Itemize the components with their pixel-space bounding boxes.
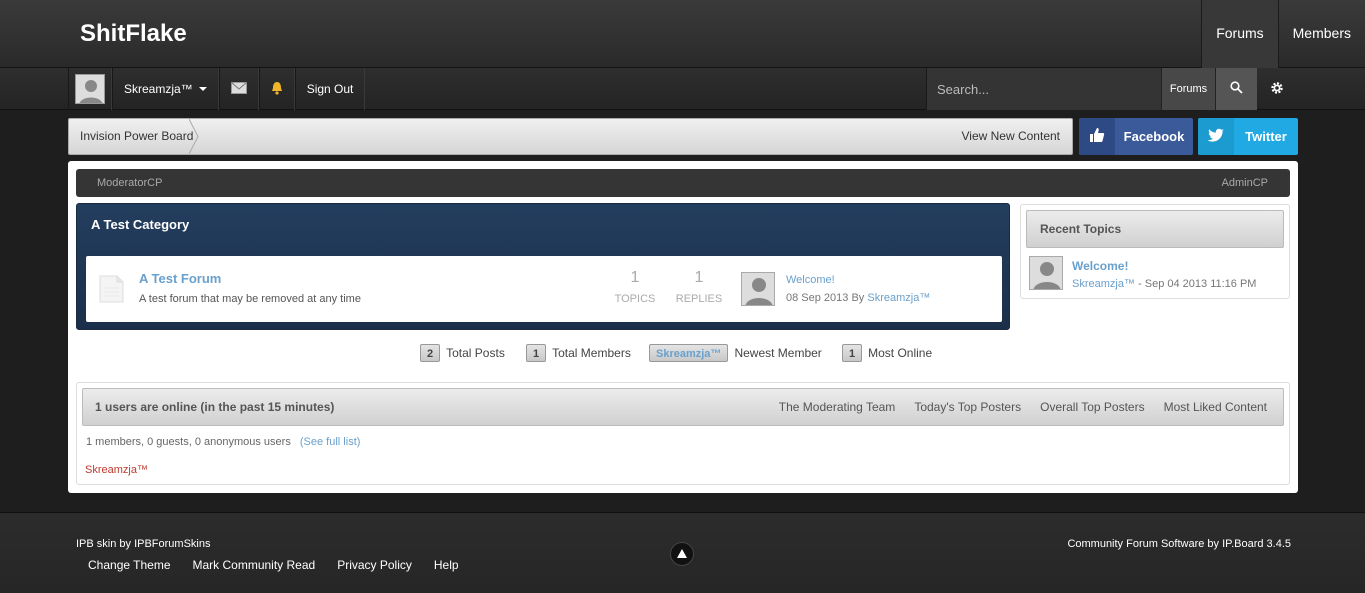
- online-links: The Moderating Team Today's Top Posters …: [779, 389, 1267, 425]
- search-input[interactable]: [926, 68, 1161, 110]
- privacy-policy-link[interactable]: Privacy Policy: [337, 558, 412, 572]
- online-count: 1 members, 0 guests, 0 anonymous users (…: [86, 436, 360, 448]
- search-bar: Forums: [926, 68, 1297, 110]
- topics-label: TOPICS: [614, 293, 656, 305]
- total-members-label: Total Members: [552, 346, 631, 360]
- sign-out-button[interactable]: Sign Out: [294, 68, 366, 110]
- topics-count: 1: [630, 269, 640, 286]
- arrow-up-icon: [677, 547, 687, 561]
- online-users-title: 1 users are online (in the past 15 minut…: [95, 400, 335, 414]
- mark-community-read-link[interactable]: Mark Community Read: [193, 558, 316, 572]
- breadcrumb: Invision Power Board View New Content: [68, 118, 1073, 155]
- thumbs-up-icon: [1089, 127, 1105, 146]
- online-users-panel: 1 users are online (in the past 15 minut…: [76, 382, 1290, 485]
- forum-document-icon: [97, 274, 125, 307]
- newest-member-link[interactable]: Skreamzja™: [649, 344, 729, 362]
- footer-links: Change Theme Mark Community Read Privacy…: [88, 558, 459, 572]
- last-post-title-link[interactable]: Welcome!: [786, 274, 835, 286]
- moderator-cp-link[interactable]: ModeratorCP: [97, 169, 162, 197]
- todays-top-posters-link[interactable]: Today's Top Posters: [914, 389, 1021, 425]
- most-liked-content-link[interactable]: Most Liked Content: [1164, 389, 1267, 425]
- last-post-meta: 08 Sep 2013 By Skreamzja™: [786, 292, 930, 304]
- recent-topics-title: Recent Topics: [1026, 210, 1284, 248]
- recent-topic-meta: Skreamzja™ - Sep 04 2013 11:16 PM: [1072, 278, 1256, 290]
- forum-description: A test forum that may be removed at any …: [139, 293, 361, 305]
- online-user-link[interactable]: Skreamzja™: [85, 464, 148, 476]
- most-online-label: Most Online: [868, 346, 933, 360]
- breadcrumb-separator-icon: [189, 119, 199, 154]
- bell-icon: [271, 81, 283, 98]
- total-posts-count: 2: [420, 344, 441, 362]
- see-full-list-link[interactable]: (See full list): [300, 436, 361, 448]
- facebook-label: Facebook: [1123, 129, 1185, 144]
- moderating-team-link[interactable]: The Moderating Team: [779, 389, 896, 425]
- forum-replies-stat: 1 REPLIES: [674, 269, 724, 305]
- most-online-count: 1: [842, 344, 863, 362]
- help-link[interactable]: Help: [434, 558, 459, 572]
- online-users-header: 1 users are online (in the past 15 minut…: [82, 388, 1284, 426]
- most-online-stat: 1 Most Online: [842, 344, 932, 362]
- facebook-button[interactable]: Facebook: [1079, 118, 1193, 155]
- board-stats: 2 Total Posts 1 Total Members Skreamzja™…: [68, 344, 1298, 364]
- main-nav: Forums Members: [1201, 0, 1365, 68]
- newest-member-stat: Skreamzja™ Newest Member: [649, 344, 822, 362]
- total-members-count: 1: [526, 344, 547, 362]
- chevron-down-icon: [198, 87, 207, 91]
- category-title[interactable]: A Test Category: [91, 217, 189, 232]
- forum-title-link[interactable]: A Test Forum: [139, 271, 221, 286]
- overall-top-posters-link[interactable]: Overall Top Posters: [1040, 389, 1145, 425]
- last-post-by: By: [851, 292, 865, 304]
- moderation-bar: ModeratorCP AdminCP: [76, 169, 1290, 197]
- last-post-user-link[interactable]: Skreamzja™: [867, 292, 930, 304]
- recent-topic-user-link[interactable]: Skreamzja™: [1072, 278, 1135, 290]
- twitter-button[interactable]: Twitter: [1198, 118, 1298, 155]
- user-avatar-button[interactable]: [68, 68, 112, 110]
- username: Skreamzja™: [124, 82, 193, 96]
- change-theme-link[interactable]: Change Theme: [88, 558, 171, 572]
- site-logo[interactable]: ShitFlake: [80, 20, 187, 48]
- search-icon: [1230, 81, 1243, 97]
- messages-button[interactable]: [218, 68, 259, 110]
- forum-topics-stat: 1 TOPICS: [610, 269, 660, 305]
- replies-count: 1: [694, 269, 704, 286]
- online-count-text: 1 members, 0 guests, 0 anonymous users: [86, 436, 291, 448]
- view-new-content-link[interactable]: View New Content: [962, 119, 1061, 154]
- total-posts-stat: 2 Total Posts: [420, 344, 505, 362]
- site-header: ShitFlake Forums Members: [0, 0, 1365, 68]
- nav-forums[interactable]: Forums: [1201, 0, 1278, 68]
- recent-topics-panel: Recent Topics Welcome! Skreamzja™ - Sep …: [1020, 204, 1290, 299]
- category-block: A Test Category A Test Forum A test foru…: [76, 203, 1010, 330]
- last-post-date: 08 Sep 2013: [786, 292, 849, 304]
- recent-topic-date: - Sep 04 2013 11:16 PM: [1134, 278, 1257, 290]
- gear-icon: [1270, 81, 1284, 98]
- envelope-icon: [230, 81, 247, 97]
- twitter-label: Twitter: [1245, 129, 1287, 144]
- search-button[interactable]: [1215, 68, 1257, 110]
- main-content: ModeratorCP AdminCP A Test Category A Te…: [68, 161, 1298, 493]
- back-to-top-button[interactable]: [670, 542, 694, 566]
- total-members-stat: 1 Total Members: [526, 344, 631, 362]
- forum-row: A Test Forum A test forum that may be re…: [86, 256, 1002, 322]
- skin-credit-link[interactable]: IPB skin by IPBForumSkins: [76, 538, 211, 550]
- site-footer: IPB skin by IPBForumSkins Change Theme M…: [0, 512, 1365, 593]
- breadcrumb-home[interactable]: Invision Power Board: [69, 119, 207, 154]
- admin-cp-link[interactable]: AdminCP: [1222, 169, 1268, 197]
- recent-topic-avatar[interactable]: [1029, 256, 1063, 290]
- newest-member-label: Newest Member: [734, 346, 822, 360]
- twitter-bird-icon: [1207, 128, 1225, 145]
- settings-button[interactable]: [1257, 68, 1297, 110]
- copyright-link[interactable]: Community Forum Software by IP.Board 3.4…: [1067, 538, 1291, 550]
- avatar: [75, 74, 105, 104]
- total-posts-label: Total Posts: [446, 346, 505, 360]
- recent-topic-link[interactable]: Welcome!: [1072, 259, 1128, 273]
- replies-label: REPLIES: [675, 293, 723, 305]
- nav-members[interactable]: Members: [1277, 0, 1365, 68]
- user-menu[interactable]: Skreamzja™: [112, 68, 219, 110]
- search-scope-button[interactable]: Forums: [1161, 68, 1215, 110]
- notifications-button[interactable]: [258, 68, 295, 110]
- last-poster-avatar[interactable]: [741, 272, 775, 306]
